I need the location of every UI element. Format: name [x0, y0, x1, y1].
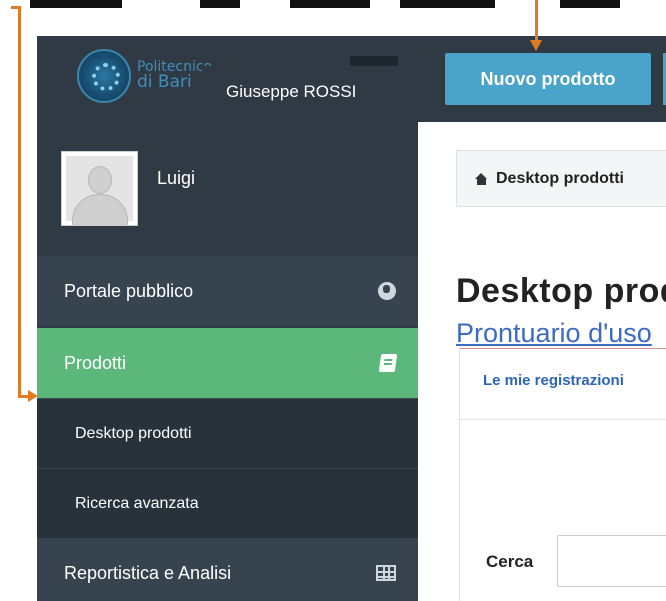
main-content: Desktop prodotti Desktop prodotti Prontu…	[418, 122, 666, 601]
sidebar-item-label: Ricerca avanzata	[75, 494, 199, 512]
top-bar-segment	[30, 0, 122, 8]
breadcrumb-label: Desktop prodotti	[496, 169, 624, 187]
top-bar-segment	[290, 0, 370, 8]
top-strip	[0, 0, 666, 36]
page-title: Desktop prodotti	[456, 272, 666, 310]
user-fullname-tooltip: Giuseppe ROSSI	[202, 66, 439, 117]
annotation-line	[18, 395, 28, 398]
registrations-panel: Le mie registrazioni Cerca	[459, 348, 666, 601]
annotation-line	[535, 0, 538, 40]
new-product-button[interactable]: Nuovo prodotto	[445, 53, 651, 105]
search-input[interactable]	[557, 535, 666, 587]
logo-line2: di Bari	[137, 72, 192, 92]
annotation-line	[18, 6, 21, 398]
top-bar-segment	[400, 0, 495, 8]
breadcrumb[interactable]: Desktop prodotti	[456, 150, 666, 207]
sidebar-item-label: Desktop prodotti	[75, 424, 192, 442]
globe-icon	[378, 282, 396, 300]
home-icon	[475, 172, 488, 185]
avatar-head	[88, 166, 112, 194]
avatar-shoulders	[72, 194, 128, 225]
avatar[interactable]	[61, 151, 138, 226]
book-icon	[378, 354, 398, 372]
sidebar-item-label: Prodotti	[64, 352, 127, 373]
panel-divider	[460, 419, 666, 420]
top-bar-segment	[560, 0, 620, 8]
sidebar-item-label: Portale pubblico	[64, 280, 194, 301]
avatar-placeholder-icon	[66, 156, 133, 225]
sidebar-item-reportistica[interactable]: Reportistica e Analisi	[37, 538, 418, 601]
tab-my-registrations[interactable]: Le mie registrazioni	[483, 372, 624, 389]
sidebar-subitem-ricerca-avanzata[interactable]: Ricerca avanzata	[37, 468, 418, 538]
guide-link[interactable]: Prontuario d'uso	[456, 318, 652, 349]
arrow-head-icon	[530, 40, 542, 51]
sidebar-item-label: Reportistica e Analisi	[64, 562, 232, 583]
app-window: Politecnico di Bari Nuovo prodotto Luigi…	[37, 36, 666, 601]
sidebar-item-portale-pubblico[interactable]: Portale pubblico	[37, 256, 418, 326]
gear-icon	[92, 63, 120, 91]
user-first-name: Luigi	[157, 168, 196, 188]
arrow-head-icon	[28, 390, 38, 402]
sidebar: Luigi Portale pubblico Prodotti Desktop …	[37, 122, 418, 601]
search-label: Cerca	[486, 552, 534, 571]
grid-icon	[376, 565, 396, 581]
top-bar-segment	[200, 0, 240, 8]
logo-text: Politecnico di Bari	[137, 60, 212, 92]
user-profile: Luigi	[37, 122, 418, 256]
logo-emblem-icon	[77, 49, 131, 103]
sidebar-item-prodotti[interactable]: Prodotti	[37, 328, 418, 398]
sidebar-subitem-desktop-prodotti[interactable]: Desktop prodotti	[37, 398, 418, 468]
